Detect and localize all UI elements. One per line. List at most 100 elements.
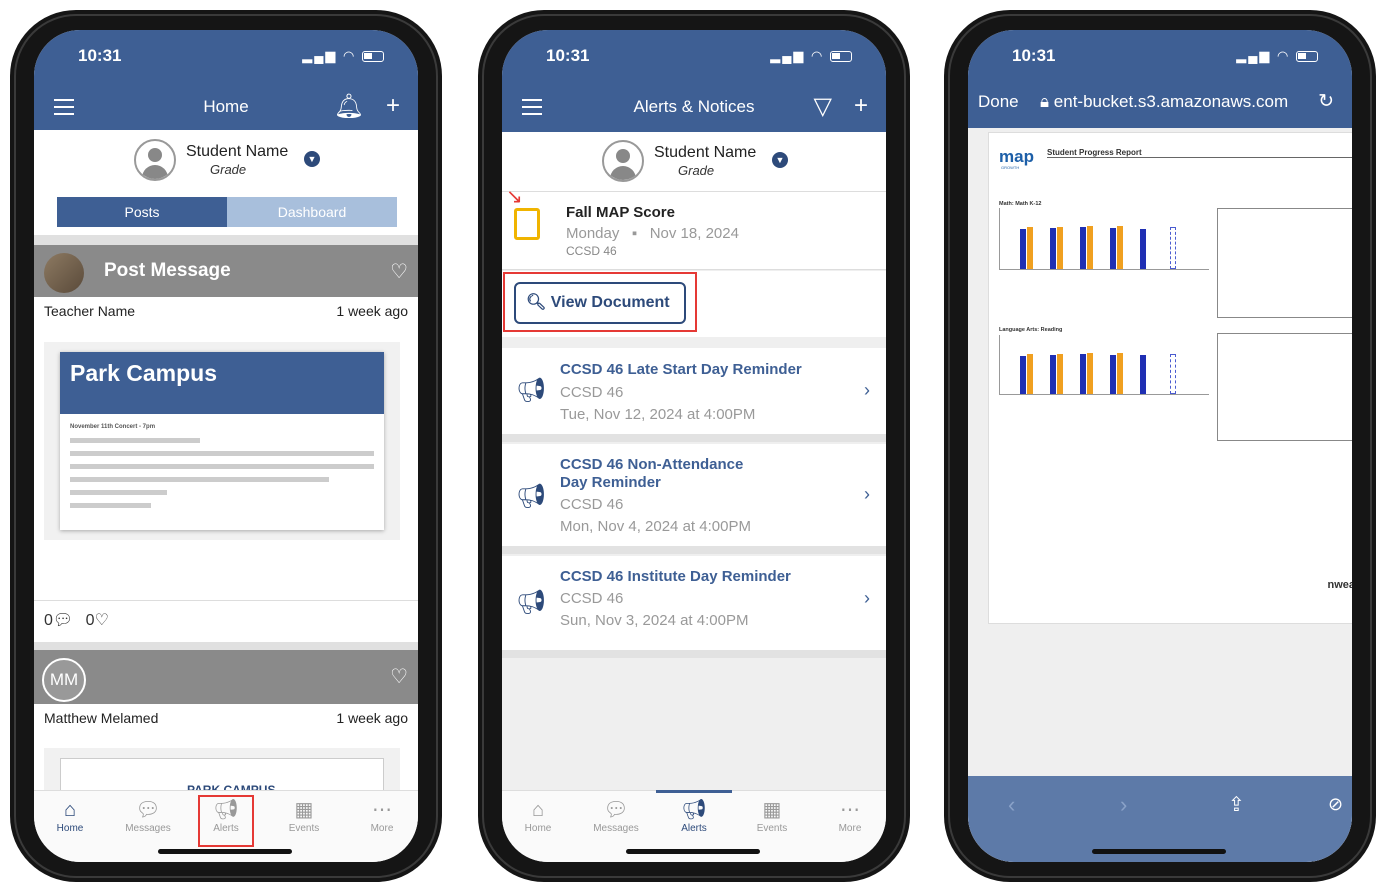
- tab-home[interactable]: ⌂ Home: [40, 797, 100, 834]
- reload-icon[interactable]: ↻: [1318, 90, 1334, 113]
- student-selector[interactable]: Student Name Grade ▼: [34, 131, 418, 191]
- back-icon[interactable]: ‹: [1008, 792, 1015, 818]
- megaphone-icon: 📢︎: [681, 799, 707, 821]
- share-icon[interactable]: ⇪: [1228, 792, 1245, 817]
- signal-wifi-battery-icons: ▂▄▆ ◠: [770, 48, 852, 64]
- like-count: 0: [85, 612, 95, 629]
- chevron-right-icon: ›: [864, 380, 870, 400]
- tab-dashboard[interactable]: Dashboard: [227, 197, 397, 227]
- tab-events[interactable]: ▦ Events: [742, 797, 802, 834]
- status-time: 10:31: [78, 46, 122, 65]
- alert-date: Nov 18, 2024: [649, 225, 739, 242]
- forward-icon[interactable]: ›: [1120, 792, 1127, 818]
- screen-home: 10:31 ▂▄▆ ◠ Home 🔔︎ + Student Name Grade …: [34, 30, 418, 862]
- math-table: [1217, 208, 1352, 318]
- lock-icon: 🔒︎: [1040, 92, 1050, 111]
- segmented-control: Posts Dashboard: [57, 197, 397, 227]
- tab-bar: ⌂ Home 💬︎ Messages 📢︎ Alerts ▦ Events ⋯ More: [34, 790, 418, 862]
- map-logo-sub: GROWTH: [1001, 165, 1020, 170]
- student-grade: Grade: [678, 163, 715, 178]
- student-name: Student Name: [654, 144, 757, 161]
- highlight-box: [503, 272, 697, 332]
- card-line: November 11th Concert - 7pm: [70, 424, 156, 430]
- red-arrow-icon: ↘: [506, 186, 523, 208]
- app-bar: 10:31 ▂▄▆ ◠ Alerts & Notices ▽ +: [502, 30, 886, 132]
- bell-icon[interactable]: 🔔︎: [334, 92, 364, 121]
- chevron-right-icon: ›: [864, 484, 870, 504]
- map-logo: map: [999, 147, 1034, 166]
- messages-icon: 💬︎: [603, 799, 629, 821]
- reading-chart: [999, 335, 1209, 395]
- home-icon: ⌂: [63, 799, 77, 821]
- tab-posts[interactable]: Posts: [57, 197, 227, 227]
- screen-alerts: 10:31 ▂▄▆ ◠ Alerts & Notices ▽ + Student …: [502, 30, 886, 862]
- heart-outline-icon[interactable]: ♡: [95, 612, 109, 629]
- highlight-box: [198, 795, 254, 847]
- status-time: 10:31: [546, 46, 590, 65]
- signal-wifi-battery-icons: ▂▄▆ ◠: [302, 48, 384, 64]
- alert-title: Fall MAP Score: [566, 204, 675, 221]
- heart-icon[interactable]: ♡: [390, 259, 408, 284]
- tab-home[interactable]: ⌂ Home: [508, 797, 568, 834]
- megaphone-icon: 📢︎: [516, 483, 547, 510]
- student-selector[interactable]: Student Name Grade ▼: [502, 132, 886, 192]
- post-header: Post Message ♡: [34, 245, 418, 297]
- notice-org: CCSD 46: [560, 384, 624, 401]
- divider: [34, 235, 418, 245]
- comment-icon[interactable]: 💬︎: [53, 612, 73, 629]
- author-initials-avatar: MM: [42, 658, 86, 702]
- post-author: Teacher Name: [44, 303, 136, 319]
- home-indicator: [158, 849, 292, 854]
- done-button[interactable]: Done: [978, 92, 1019, 112]
- alert-day: Monday: [566, 225, 620, 242]
- doc-title: Student Progress Report: [1047, 148, 1142, 157]
- teacher-avatar: [44, 253, 84, 293]
- tab-alerts[interactable]: 📢︎ Alerts: [664, 797, 724, 834]
- student-grade: Grade: [210, 162, 247, 177]
- browser-bar: 10:31 ▂▄▆ ◠ Done 🔒︎ ent-bucket.s3.amazon…: [968, 30, 1352, 128]
- filter-icon[interactable]: ▽: [814, 92, 832, 121]
- post-age: 1 week ago: [336, 303, 408, 319]
- document-alert[interactable]: ↘ Fall MAP Score Monday ▪ Nov 18, 2024 C…: [502, 186, 886, 270]
- section-math: Math: Math K-12: [999, 201, 1042, 207]
- compass-icon[interactable]: ⊘: [1328, 794, 1343, 815]
- tab-more[interactable]: ⋯ More: [352, 797, 412, 834]
- messages-icon: 💬︎: [135, 799, 161, 821]
- math-chart: [999, 208, 1209, 270]
- status-bar: 10:31 ▂▄▆ ◠: [34, 30, 418, 82]
- tab-events[interactable]: ▦ Events: [274, 797, 334, 834]
- phone-alerts: 10:31 ▂▄▆ ◠ Alerts & Notices ▽ + Student …: [478, 10, 910, 882]
- notice-title: CCSD 46 Non-Attendance Day Reminder: [560, 456, 744, 491]
- notice-title: CCSD 46 Institute Day Reminder: [560, 568, 791, 585]
- post-author: Matthew Melamed: [44, 710, 159, 726]
- plus-icon[interactable]: +: [386, 92, 400, 121]
- notice-item[interactable]: 📢︎ CCSD 46 Late Start Day Reminder CCSD …: [502, 348, 886, 442]
- section-reading: Language Arts: Reading: [999, 327, 1063, 333]
- plus-icon[interactable]: +: [854, 92, 868, 121]
- tab-more[interactable]: ⋯ More: [820, 797, 880, 834]
- tab-messages[interactable]: 💬︎ Messages: [586, 797, 646, 834]
- notice-time: Tue, Nov 12, 2024 at 4:00PM: [560, 406, 756, 423]
- post-actions: 0💬︎ 0♡: [44, 610, 109, 630]
- notice-item[interactable]: 📢︎ CCSD 46 Non-Attendance Day Reminder C…: [502, 444, 886, 554]
- more-icon: ⋯: [372, 799, 392, 821]
- heart-icon[interactable]: ♡: [390, 664, 408, 689]
- post-card[interactable]: Park Campus November 11th Concert - 7pm: [44, 342, 400, 540]
- url-bar[interactable]: 🔒︎ ent-bucket.s3.amazonaws.com: [1040, 92, 1288, 112]
- chevron-down-icon[interactable]: ▼: [304, 151, 320, 167]
- megaphone-icon: 📢︎: [516, 377, 547, 404]
- comment-count: 0: [44, 612, 53, 629]
- notice-org: CCSD 46: [560, 590, 624, 607]
- card-title: Park Campus: [60, 352, 384, 414]
- phone-document: 10:31 ▂▄▆ ◠ Done 🔒︎ ent-bucket.s3.amazon…: [944, 10, 1376, 882]
- tab-messages[interactable]: 💬︎ Messages: [118, 797, 178, 834]
- chevron-right-icon: ›: [864, 588, 870, 608]
- notice-org: CCSD 46: [560, 496, 624, 513]
- document-view[interactable]: map GROWTH Student Progress Report Math:…: [988, 132, 1352, 624]
- notice-time: Sun, Nov 3, 2024 at 4:00PM: [560, 612, 749, 629]
- notice-item[interactable]: 📢︎ CCSD 46 Institute Day Reminder CCSD 4…: [502, 556, 886, 658]
- student-avatar-icon: [602, 140, 644, 182]
- chevron-down-icon[interactable]: ▼: [772, 152, 788, 168]
- phone-home: 10:31 ▂▄▆ ◠ Home 🔔︎ + Student Name Grade …: [10, 10, 442, 882]
- notice-time: Mon, Nov 4, 2024 at 4:00PM: [560, 518, 751, 535]
